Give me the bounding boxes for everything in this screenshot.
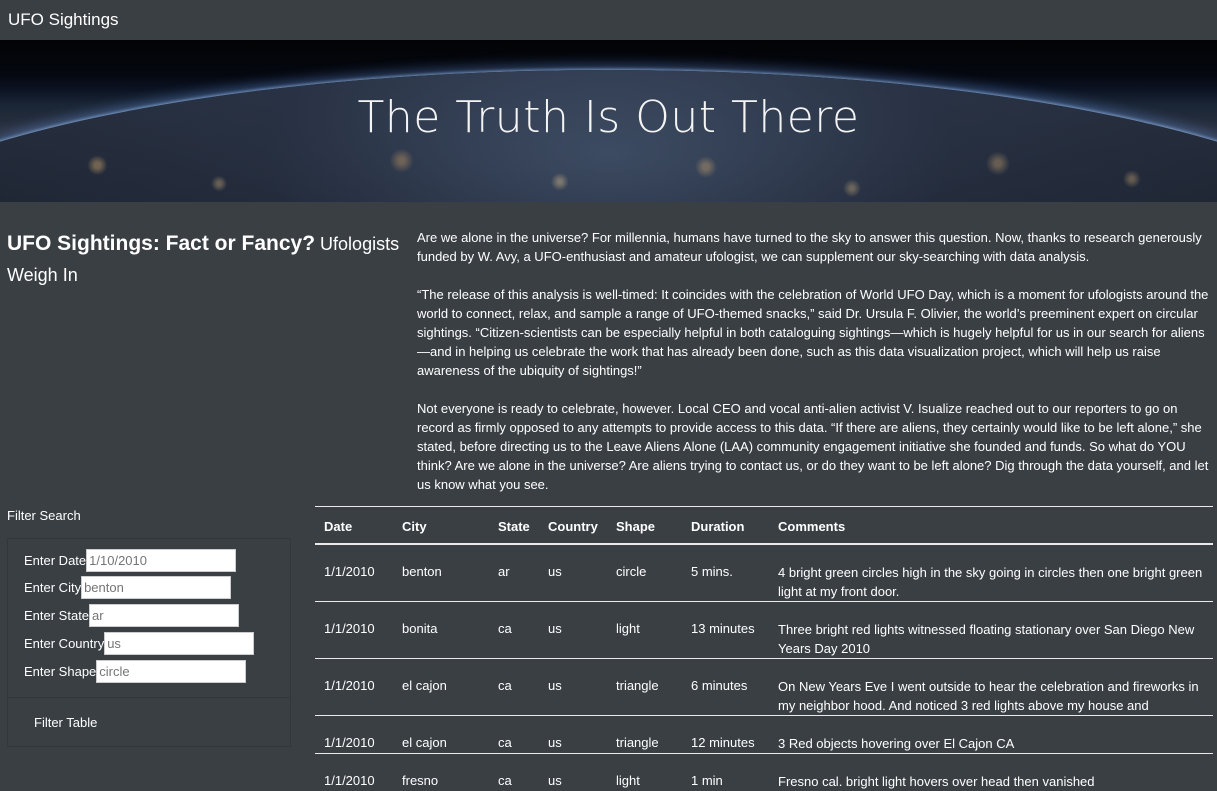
cell-duration: 12 minutes [691, 735, 755, 750]
cell-state: ca [498, 621, 512, 636]
filter-row-country: Enter Country [24, 632, 255, 655]
article-paragraph: Are we alone in the universe? For millen… [417, 230, 1202, 264]
cell-duration: 13 minutes [691, 621, 755, 636]
filter-label-shape: Enter Shape [24, 664, 97, 679]
country-input[interactable] [104, 632, 255, 655]
cell-duration: 6 minutes [691, 678, 748, 693]
header-state[interactable]: State [498, 519, 530, 534]
page-heading: UFO Sightings: Fact or Fancy? Ufologists… [7, 228, 402, 291]
header-country[interactable]: Country [548, 519, 598, 534]
heading-main: UFO Sightings: Fact or Fancy? [7, 232, 316, 255]
ufo-table: Date City State Country Shape Duration C… [315, 506, 1213, 791]
cell-date: 1/1/2010 [324, 773, 375, 788]
hero-title: The Truth Is Out There [357, 92, 860, 143]
cell-comments: 4 bright green circles high in the sky g… [778, 565, 1203, 599]
city-input[interactable] [81, 576, 232, 599]
cell-city: el cajon [402, 735, 447, 750]
cell-country: us [548, 735, 562, 750]
table-row: 1/1/2010 benton ar us circle 5 mins. 4 b… [315, 545, 1213, 602]
cell-comments: On New Years Eve I went outside to hear … [778, 679, 1199, 713]
shape-input[interactable] [96, 660, 247, 683]
date-input[interactable] [86, 549, 237, 572]
cell-state: ca [498, 735, 512, 750]
cell-state: ca [498, 773, 512, 788]
article-paragraph: “The release of this analysis is well-ti… [417, 287, 1209, 378]
cell-date: 1/1/2010 [324, 621, 375, 636]
filter-row-city: Enter City [24, 576, 232, 599]
hero-banner: The Truth Is Out There [0, 40, 1217, 202]
filter-button-panel: Filter Table [7, 697, 291, 747]
cell-country: us [548, 773, 562, 788]
cell-shape: light [616, 621, 640, 636]
cell-state: ar [498, 564, 510, 579]
filter-row-state: Enter State [24, 604, 240, 627]
cell-date: 1/1/2010 [324, 735, 375, 750]
cell-city: benton [402, 564, 442, 579]
navbar-brand[interactable]: UFO Sightings [8, 10, 119, 30]
header-shape[interactable]: Shape [616, 519, 655, 534]
table-header: Date City State Country Shape Duration C… [315, 507, 1213, 545]
cell-shape: triangle [616, 735, 659, 750]
cell-city: fresno [402, 773, 439, 788]
filter-label-state: Enter State [24, 608, 90, 623]
filter-label-date: Enter Date [24, 553, 87, 568]
cell-city: el cajon [402, 678, 447, 693]
cell-comments: Fresno cal. bright light hovers over hea… [778, 774, 1095, 789]
cell-country: us [548, 564, 562, 579]
header-duration[interactable]: Duration [691, 519, 744, 534]
filter-label-city: Enter City [24, 580, 82, 595]
cell-comments: Three bright red lights witnessed floati… [778, 622, 1195, 656]
table-row: 1/1/2010 fresno ca us light 1 min Fresno… [315, 754, 1213, 791]
cell-state: ca [498, 678, 512, 693]
cell-country: us [548, 678, 562, 693]
cell-city: bonita [402, 621, 438, 636]
table-row: 1/1/2010 bonita ca us light 13 minutes T… [315, 602, 1213, 659]
article: Are we alone in the universe? For millen… [417, 228, 1212, 513]
header-comments[interactable]: Comments [778, 519, 845, 534]
cell-date: 1/1/2010 [324, 564, 375, 579]
filter-row-date: Enter Date [24, 549, 237, 572]
cell-comments: 3 Red objects hovering over El Cajon CA [778, 736, 1015, 751]
state-input[interactable] [89, 604, 240, 627]
table-row: 1/1/2010 el cajon ca us triangle 6 minut… [315, 659, 1213, 716]
header-city[interactable]: City [402, 519, 427, 534]
cell-shape: light [616, 773, 640, 788]
cell-shape: circle [616, 564, 647, 579]
filter-title: Filter Search [7, 508, 81, 523]
table-row: 1/1/2010 el cajon ca us triangle 12 minu… [315, 716, 1213, 754]
navbar: UFO Sightings [0, 0, 1217, 40]
filter-table-button[interactable]: Filter Table [34, 715, 97, 730]
filter-row-shape: Enter Shape [24, 660, 247, 683]
cell-duration: 5 mins. [691, 564, 733, 579]
header-date[interactable]: Date [324, 519, 352, 534]
cell-shape: triangle [616, 678, 659, 693]
filter-label-country: Enter Country [24, 636, 105, 651]
cell-date: 1/1/2010 [324, 678, 375, 693]
cell-country: us [548, 621, 562, 636]
filter-panel: Enter Date Enter City Enter State Enter … [7, 538, 291, 698]
cell-duration: 1 min [691, 773, 723, 788]
article-paragraph: Not everyone is ready to celebrate, howe… [417, 401, 1209, 492]
